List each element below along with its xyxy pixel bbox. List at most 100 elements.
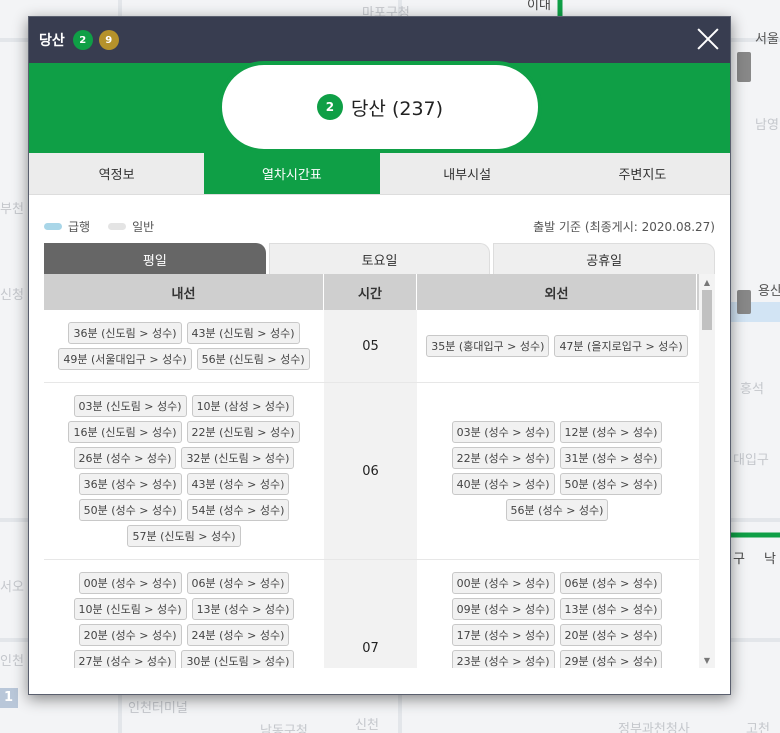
scroll-up-icon[interactable]: ▲ <box>699 274 715 290</box>
train-time-chip[interactable]: 40분 (성수 > 성수) <box>451 473 555 495</box>
outer-cell: 03분 (성수 > 성수) 12분 (성수 > 성수) 22분 (성수 > 성수) 3… <box>417 383 697 559</box>
train-time-chip[interactable]: 22분 (신도림 > 성수) <box>186 421 300 443</box>
train-time-chip[interactable]: 49분 (서울대입구 > 성수) <box>58 348 192 370</box>
train-time-chip[interactable]: 13분 (성수 > 성수) <box>191 598 295 620</box>
scroll-thumb[interactable] <box>702 290 712 330</box>
day-tabs: 평일 토요일 공휴일 <box>44 243 716 274</box>
train-time-chip[interactable]: 29분 (성수 > 성수) <box>559 650 663 668</box>
tab-station-info[interactable]: 역정보 <box>29 153 204 194</box>
table-header: 내선 시간 외선 <box>44 274 715 310</box>
train-time-chip[interactable]: 57분 (신도림 > 성수) <box>127 525 241 547</box>
train-time-chip[interactable]: 36분 (성수 > 성수) <box>78 473 182 495</box>
map-station-label: 인천 <box>0 654 24 669</box>
station-pill: 2 당산 (237) <box>218 61 542 153</box>
outer-cell: 35분 (홍대입구 > 성수) 47분 (을지로입구 > 성수) <box>417 310 697 382</box>
train-time-chip[interactable]: 16분 (신도림 > 성수) <box>68 421 182 443</box>
train-time-chip[interactable]: 20분 (성수 > 성수) <box>78 624 182 646</box>
table-row: 03분 (신도림 > 성수) 10분 (삼성 > 성수) 16분 (신도림 > 성수… <box>44 383 715 560</box>
train-time-chip[interactable]: 03분 (성수 > 성수) <box>451 421 555 443</box>
line-2-badge: 2 <box>72 30 93 50</box>
train-time-chip[interactable]: 27분 (성수 > 성수) <box>73 650 177 668</box>
train-time-chip[interactable]: 56분 (신도림 > 성수) <box>196 348 310 370</box>
train-time-chip[interactable]: 06분 (성수 > 성수) <box>186 572 290 594</box>
table-row: 00분 (성수 > 성수) 06분 (성수 > 성수) 10분 (신도림 > 성수)… <box>44 560 715 668</box>
line-9-badge: 9 <box>98 30 119 50</box>
timetable-table: 내선 시간 외선 36분 (신도림 > 성수) 43분 (신도림 > 성수) 49분… <box>44 274 715 668</box>
map-station-label: 남동구청 <box>260 724 308 733</box>
departure-notice: 출발 기준 (최종게시: 2020.08.27) <box>533 219 715 234</box>
train-time-chip[interactable]: 17분 (성수 > 성수) <box>451 624 555 646</box>
map-station-label: 서울 <box>755 32 779 47</box>
map-station-label: 구 <box>733 552 745 567</box>
train-time-chip[interactable]: 00분 (성수 > 성수) <box>451 572 555 594</box>
header-inner: 내선 <box>44 274 324 310</box>
map-station-label: 낙 <box>764 552 776 567</box>
train-time-chip[interactable]: 43분 (성수 > 성수) <box>186 473 290 495</box>
train-time-chip[interactable]: 23분 (성수 > 성수) <box>451 650 555 668</box>
train-time-chip[interactable]: 12분 (성수 > 성수) <box>559 421 663 443</box>
train-time-chip[interactable]: 31분 (성수 > 성수) <box>559 447 663 469</box>
hour-cell: 06 <box>324 383 417 559</box>
table-row: 36분 (신도림 > 성수) 43분 (신도림 > 성수) 49분 (서울대입구 >… <box>44 310 715 383</box>
map-station-label: 서오 <box>0 580 24 595</box>
legend-normal-label: 일반 <box>132 219 155 234</box>
outer-cell: 00분 (성수 > 성수) 06분 (성수 > 성수) 09분 (성수 > 성수) 1… <box>417 560 697 668</box>
train-time-chip[interactable]: 50분 (성수 > 성수) <box>559 473 663 495</box>
train-time-chip[interactable]: 00분 (성수 > 성수) <box>78 572 182 594</box>
train-time-chip[interactable]: 20분 (성수 > 성수) <box>559 624 663 646</box>
modal-title: 당산 <box>39 33 65 49</box>
train-time-chip[interactable]: 30분 (신도림 > 성수) <box>181 650 295 668</box>
map-station-label: 남영 <box>755 118 779 133</box>
train-time-chip[interactable]: 56분 (성수 > 성수) <box>505 499 609 521</box>
inner-cell: 03분 (신도림 > 성수) 10분 (삼성 > 성수) 16분 (신도림 > 성수… <box>44 383 324 559</box>
train-time-chip[interactable]: 32분 (신도림 > 성수) <box>181 447 295 469</box>
train-time-chip[interactable]: 10분 (삼성 > 성수) <box>191 395 295 417</box>
tab-timetable[interactable]: 열차시간표 <box>204 153 380 194</box>
train-time-chip[interactable]: 03분 (신도림 > 성수) <box>73 395 187 417</box>
tab-saturday[interactable]: 토요일 <box>268 243 491 274</box>
train-time-chip[interactable]: 22분 (성수 > 성수) <box>451 447 555 469</box>
train-time-chip[interactable]: 06분 (성수 > 성수) <box>559 572 663 594</box>
legend-express-label: 급행 <box>68 219 91 234</box>
legend-express: 급행 <box>44 218 90 235</box>
map-station-label: 대입구 <box>733 453 769 468</box>
normal-swatch <box>108 222 127 230</box>
map-station-label: 인천터미널 <box>128 701 188 716</box>
train-time-chip[interactable]: 10분 (신도림 > 성수) <box>73 598 187 620</box>
hour-cell: 05 <box>324 310 417 382</box>
station-banner: 2 당산 (237) <box>29 61 730 153</box>
map-station-label: 신청 <box>0 288 24 303</box>
map-station-label: 용산 <box>758 284 780 299</box>
scroll-down-icon[interactable]: ▼ <box>699 652 715 668</box>
map-station-label: 부천 <box>0 202 24 217</box>
map-station-label: 1 <box>4 690 14 705</box>
train-time-chip[interactable]: 13분 (성수 > 성수) <box>559 598 663 620</box>
tab-nearby-map[interactable]: 주변지도 <box>555 153 730 194</box>
train-time-chip[interactable]: 54분 (성수 > 성수) <box>186 499 290 521</box>
train-time-chip[interactable]: 36분 (신도림 > 성수) <box>68 322 182 344</box>
train-time-chip[interactable]: 09분 (성수 > 성수) <box>451 598 555 620</box>
inner-cell: 00분 (성수 > 성수) 06분 (성수 > 성수) 10분 (신도림 > 성수)… <box>44 560 324 668</box>
train-time-chip[interactable]: 43분 (신도림 > 성수) <box>186 322 300 344</box>
modal-header: 당산 2 9 <box>29 17 730 63</box>
timetable-modal: 당산 2 9 2 당산 (237) 역정보 열차시간표 내부시설 주변지도 급행… <box>28 16 731 695</box>
legend-normal: 일반 <box>108 218 154 235</box>
express-swatch <box>44 222 62 230</box>
map-station-label: 신천 <box>355 718 379 733</box>
tab-facilities[interactable]: 내부시설 <box>380 153 555 194</box>
header-outer: 외선 <box>417 274 697 310</box>
tab-weekday[interactable]: 평일 <box>44 243 266 274</box>
table-body[interactable]: 36분 (신도림 > 성수) 43분 (신도림 > 성수) 49분 (서울대입구 >… <box>44 310 715 668</box>
train-time-chip[interactable]: 50분 (성수 > 성수) <box>78 499 182 521</box>
map-station-label: 홍석 <box>740 382 764 397</box>
table-scrollbar[interactable]: ▲ ▼ <box>699 274 715 668</box>
train-time-chip[interactable]: 24분 (성수 > 성수) <box>186 624 290 646</box>
legend: 급행 일반 <box>44 218 154 235</box>
header-time: 시간 <box>324 274 417 310</box>
tab-holiday[interactable]: 공휴일 <box>493 243 716 274</box>
train-time-chip[interactable]: 26분 (성수 > 성수) <box>73 447 177 469</box>
train-time-chip[interactable]: 35분 (홍대입구 > 성수) <box>426 335 550 357</box>
train-time-chip[interactable]: 47분 (을지로입구 > 성수) <box>554 335 688 357</box>
close-icon[interactable] <box>696 27 720 51</box>
map-station-label: 정부과천청사 <box>618 722 690 733</box>
